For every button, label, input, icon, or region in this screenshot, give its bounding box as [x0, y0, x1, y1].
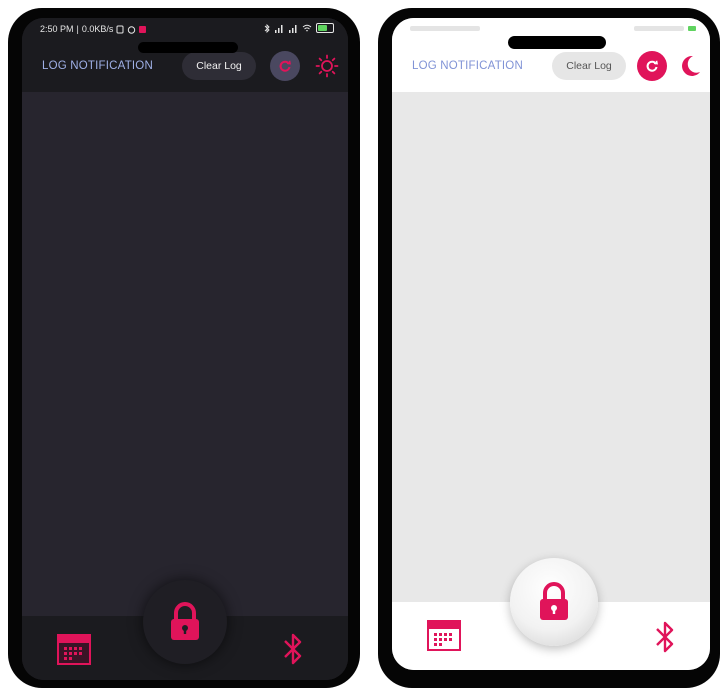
status-time: 2:50 PM — [40, 24, 74, 34]
calendar-icon[interactable] — [56, 632, 92, 666]
status-speed: 0.0KB/s — [81, 24, 114, 34]
status-placeholder — [410, 26, 480, 31]
battery-icon — [316, 23, 334, 33]
log-content-area — [392, 92, 710, 602]
wifi-icon — [302, 24, 312, 31]
camera-notch — [138, 42, 238, 53]
refresh-button[interactable] — [270, 51, 300, 81]
signal-icon — [275, 24, 283, 33]
notification-icon — [116, 25, 124, 33]
dark-screen: 2:50 PM | 0.0KB/s LOG NOTIFICATION Clear… — [22, 18, 348, 680]
lock-button[interactable] — [510, 558, 598, 646]
phone-light-frame: LOG NOTIFICATION Clear Log — [378, 8, 720, 688]
log-content-area — [22, 92, 348, 616]
light-screen: LOG NOTIFICATION Clear Log — [392, 18, 710, 670]
page-title: LOG NOTIFICATION — [412, 60, 523, 72]
status-right — [264, 23, 334, 33]
alarm-icon — [128, 25, 136, 34]
app-header: LOG NOTIFICATION Clear Log — [392, 42, 710, 92]
status-left: 2:50 PM | 0.0KB/s — [40, 24, 147, 34]
signal-2-icon — [289, 24, 297, 33]
bluetooth-icon[interactable] — [654, 620, 676, 654]
theme-toggle-button[interactable] — [674, 51, 704, 81]
sync-icon — [279, 60, 291, 72]
app-badge-icon — [139, 25, 147, 33]
refresh-button[interactable] — [637, 51, 667, 81]
status-bar: 2:50 PM | 0.0KB/s — [22, 18, 348, 42]
moon-icon — [682, 55, 700, 76]
page-title: LOG NOTIFICATION — [42, 60, 153, 72]
battery-icon — [688, 26, 696, 31]
sync-icon — [646, 60, 658, 72]
lock-button[interactable] — [143, 580, 227, 664]
bluetooth-status-icon — [264, 23, 270, 33]
clear-log-button[interactable]: Clear Log — [182, 52, 256, 80]
theme-toggle-button[interactable] — [312, 51, 342, 81]
status-icons-placeholder — [634, 26, 684, 31]
status-right — [634, 23, 696, 31]
clear-log-button[interactable]: Clear Log — [552, 52, 626, 80]
bluetooth-icon[interactable] — [282, 632, 304, 666]
phone-dark-frame: 2:50 PM | 0.0KB/s LOG NOTIFICATION Clear… — [8, 8, 360, 688]
status-left — [410, 24, 480, 31]
calendar-icon[interactable] — [426, 618, 462, 652]
lock-icon — [171, 602, 199, 640]
lock-icon — [540, 582, 568, 620]
sun-icon — [315, 54, 339, 78]
camera-notch — [508, 36, 606, 49]
